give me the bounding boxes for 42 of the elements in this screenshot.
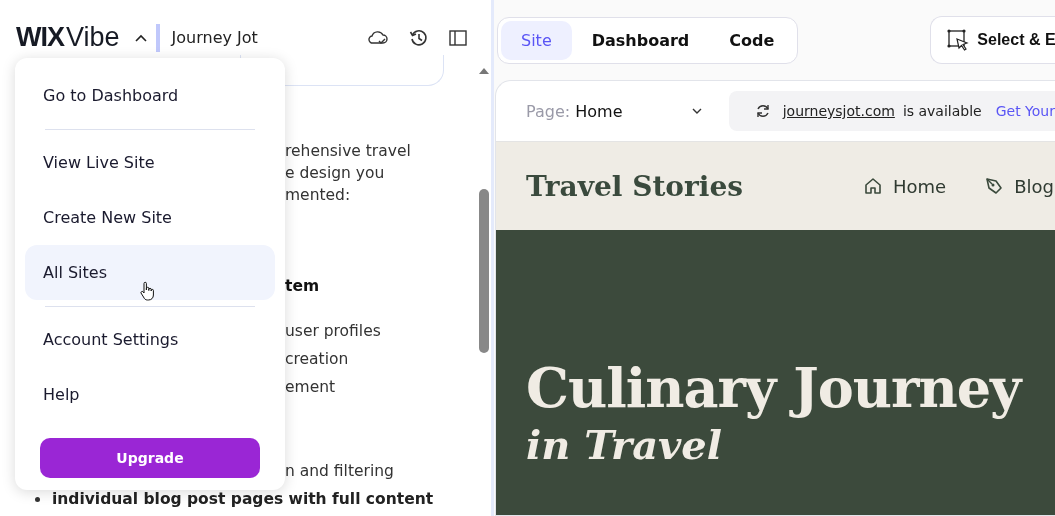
chat-heading: tem (285, 276, 321, 297)
tab[interactable]: Dashboard (571, 20, 710, 60)
menu-item[interactable]: Help (25, 367, 275, 422)
chat-text: individual blog post pages with full content (52, 489, 434, 510)
get-domain-link[interactable]: Get Your (995, 103, 1055, 119)
scroll-up-icon[interactable] (478, 67, 490, 75)
caret-icon[interactable] (133, 32, 148, 43)
chat-text: creation (285, 349, 350, 370)
brand-logo[interactable]: WIXVibe (16, 22, 120, 53)
domain-link[interactable]: journeysjot.com (782, 103, 895, 119)
chat-text: n and filtering (285, 461, 395, 482)
history-icon[interactable] (409, 27, 429, 48)
menu-item[interactable]: Go to Dashboard (25, 68, 275, 123)
menu-item[interactable]: Create New Site (25, 190, 275, 245)
refresh-icon (754, 103, 771, 119)
menu-item[interactable]: Account Settings (25, 312, 275, 367)
upgrade-button[interactable]: Upgrade (40, 438, 260, 478)
nav-link[interactable]: Blog (984, 175, 1054, 197)
select-edit-button[interactable]: Select & E (930, 16, 1055, 64)
chat-text: user profiles (285, 321, 382, 342)
chat-text: ement (285, 377, 337, 398)
menu-item[interactable]: All Sites (25, 245, 275, 300)
chat-text: e design you (285, 163, 386, 184)
nav-link[interactable]: Home (862, 175, 947, 197)
tab[interactable]: Code (709, 20, 795, 60)
tab[interactable]: Site (501, 20, 572, 60)
menu-item[interactable]: View Live Site (25, 135, 275, 190)
sidebar-icon[interactable] (449, 29, 467, 46)
pen-icon (984, 176, 1005, 196)
project-name: Journey Jot (171, 28, 258, 47)
chevron-down-icon (690, 107, 703, 115)
page-selector[interactable]: Page: Home (526, 101, 703, 121)
hero-title: Culinary Journey (526, 356, 1024, 420)
chat-text: rehensive travel (285, 141, 412, 162)
site-title: Travel Stories (526, 169, 743, 203)
availability-text: is available (902, 103, 982, 119)
chat-text: mented: (285, 185, 352, 206)
select-cursor-icon (947, 29, 970, 51)
hand-cursor-icon (139, 281, 155, 301)
cloud-icon[interactable] (367, 28, 389, 47)
hero-subtitle: in Travel (526, 420, 723, 470)
home-icon (862, 176, 883, 196)
